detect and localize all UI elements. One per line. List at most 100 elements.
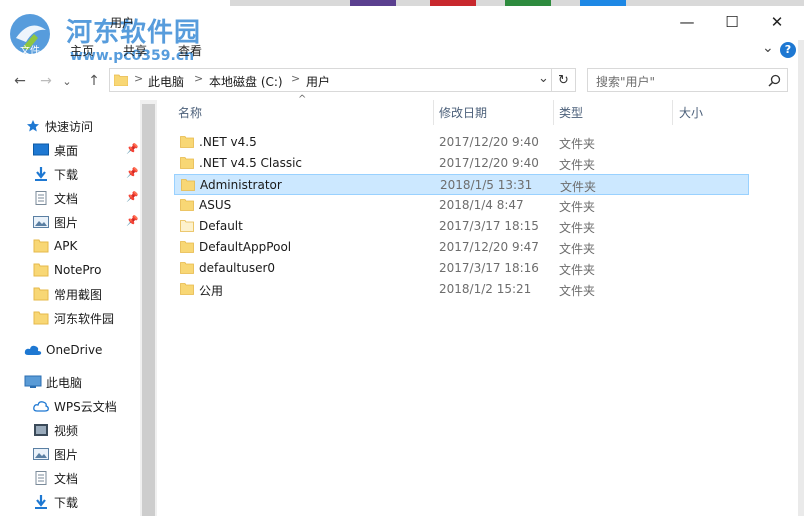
tab-share[interactable]: 共享	[123, 42, 147, 59]
refresh-icon: ↻	[558, 72, 569, 88]
column-header-type[interactable]: 类型	[559, 100, 583, 125]
back-button[interactable]: ←	[10, 70, 30, 92]
file-row[interactable]: Default 2017/3/17 18:15 文件夹	[174, 216, 749, 237]
file-name: Administrator	[200, 178, 282, 192]
nav-item-documents-pc[interactable]: 文档	[33, 467, 78, 489]
tab-home[interactable]: 主页	[70, 42, 94, 59]
breadcrumb-local-disk[interactable]: 本地磁盘 (C:)	[209, 73, 283, 90]
minimize-button[interactable]: —	[664, 8, 710, 36]
nav-quick-access[interactable]: 快速访问	[26, 115, 93, 137]
nav-item-notepro[interactable]: NotePro	[33, 259, 101, 281]
address-bar[interactable]: > 此电脑 > 本地磁盘 (C:) > 用户 ⌄	[109, 68, 552, 92]
breadcrumb-separator: >	[194, 72, 204, 85]
maximize-button[interactable]: ☐	[709, 8, 755, 36]
file-row[interactable]: 公用 2018/1/2 15:21 文件夹	[174, 279, 749, 300]
column-header-size[interactable]: 大小	[679, 100, 703, 125]
file-row[interactable]: .NET v4.5 2017/12/20 9:40 文件夹	[174, 132, 749, 153]
pin-icon: 📌	[126, 216, 139, 227]
file-name: DefaultAppPool	[199, 240, 292, 254]
file-row[interactable]: Administrator 2018/1/5 13:31 文件夹	[174, 174, 749, 195]
file-type: 文件夹	[559, 158, 596, 172]
file-date-modified: 2018/1/2 15:21	[439, 282, 532, 296]
help-icon[interactable]: ?	[780, 42, 796, 58]
folder-icon	[180, 199, 194, 211]
file-date-modified: 2018/1/5 13:31	[440, 178, 533, 192]
nav-item-desktop[interactable]: 桌面	[33, 139, 78, 161]
search-input[interactable]: 搜索"用户"	[596, 73, 655, 90]
folder-icon	[180, 262, 194, 274]
window-title: 用户	[110, 16, 135, 30]
file-name: .NET v4.5 Classic	[199, 156, 303, 170]
tab-file[interactable]: 文件	[20, 42, 40, 57]
file-row[interactable]: .NET v4.5 Classic 2017/12/20 9:40 文件夹	[174, 153, 749, 174]
folder-icon	[33, 239, 49, 253]
folder-icon	[180, 220, 194, 232]
computer-icon	[24, 375, 42, 388]
nav-item-documents[interactable]: 文档	[33, 187, 78, 209]
nav-item-downloads[interactable]: 下载	[33, 163, 78, 185]
nav-pane-scroll-thumb[interactable]	[142, 104, 155, 516]
folder-icon	[114, 74, 128, 86]
folder-icon	[180, 157, 194, 169]
minimize-icon: —	[679, 13, 695, 31]
file-type: 文件夹	[560, 180, 597, 194]
folder-icon	[181, 179, 195, 191]
file-date-modified: 2018/1/4 8:47	[439, 198, 524, 212]
refresh-button[interactable]: ↻	[552, 68, 576, 92]
folder-icon	[33, 287, 49, 301]
breadcrumb-users[interactable]: 用户	[306, 73, 330, 90]
video-icon	[34, 424, 48, 436]
folder-icon	[180, 241, 194, 253]
close-button[interactable]: ✕	[754, 8, 800, 36]
taskbar-app-segment	[580, 0, 626, 6]
column-header-date[interactable]: 修改日期	[439, 100, 487, 125]
file-type: 文件夹	[559, 263, 596, 277]
file-date-modified: 2017/12/20 9:47	[439, 240, 539, 254]
address-dropdown-icon[interactable]: ⌄	[538, 71, 549, 86]
sort-ascending-icon: ^	[298, 94, 307, 105]
nav-item-wps-cloud[interactable]: WPS云文档	[33, 395, 117, 417]
file-row[interactable]: ASUS 2018/1/4 8:47 文件夹	[174, 195, 749, 216]
ribbon-collapse-icon[interactable]: ⌄	[762, 40, 774, 56]
cloud-icon	[24, 345, 42, 355]
search-icon[interactable]	[768, 74, 781, 87]
file-type: 文件夹	[559, 200, 596, 214]
forward-button[interactable]: →	[36, 70, 56, 92]
nav-item-videos[interactable]: 视频	[33, 419, 78, 441]
desktop-icon	[33, 143, 49, 156]
breadcrumb-this-pc[interactable]: 此电脑	[148, 73, 184, 90]
nav-onedrive[interactable]: OneDrive	[24, 339, 102, 361]
title-bar: 河东软件园 www.pc0359.cn 用户 — ☐ ✕	[0, 0, 804, 64]
file-type: 文件夹	[559, 137, 596, 151]
folder-icon	[180, 283, 194, 295]
pin-icon: 📌	[126, 144, 139, 155]
nav-item-screenshots[interactable]: 常用截图	[33, 283, 102, 305]
column-divider[interactable]	[433, 100, 434, 125]
file-date-modified: 2017/12/20 9:40	[439, 135, 539, 149]
tab-view[interactable]: 查看	[178, 42, 202, 59]
file-name: 公用	[199, 284, 224, 298]
file-row[interactable]: DefaultAppPool 2017/12/20 9:47 文件夹	[174, 237, 749, 258]
nav-item-downloads-pc[interactable]: 下载	[33, 491, 78, 513]
column-divider[interactable]	[553, 100, 554, 125]
nav-item-hedong[interactable]: 河东软件园	[33, 307, 114, 329]
up-button[interactable]: ↑	[84, 70, 104, 92]
column-divider[interactable]	[672, 100, 673, 125]
file-type: 文件夹	[559, 242, 596, 256]
nav-item-pictures[interactable]: 图片	[33, 211, 78, 233]
folder-icon	[180, 136, 194, 148]
column-header-name[interactable]: 名称	[178, 100, 202, 125]
file-name: Default	[199, 219, 243, 233]
pin-icon: 📌	[126, 192, 139, 203]
search-box[interactable]: 搜索"用户"	[587, 68, 788, 92]
breadcrumb-separator: >	[291, 72, 301, 85]
background-window-edge	[798, 40, 804, 516]
folder-icon	[33, 311, 49, 325]
file-row[interactable]: defaultuser0 2017/3/17 18:16 文件夹	[174, 258, 749, 279]
nav-item-pictures-pc[interactable]: 图片	[33, 443, 78, 465]
picture-icon	[33, 216, 49, 228]
nav-this-pc[interactable]: 此电脑	[24, 371, 82, 393]
recent-locations-button[interactable]: ⌄	[60, 70, 74, 92]
nav-item-apk[interactable]: APK	[33, 235, 77, 257]
file-type: 文件夹	[559, 221, 596, 235]
